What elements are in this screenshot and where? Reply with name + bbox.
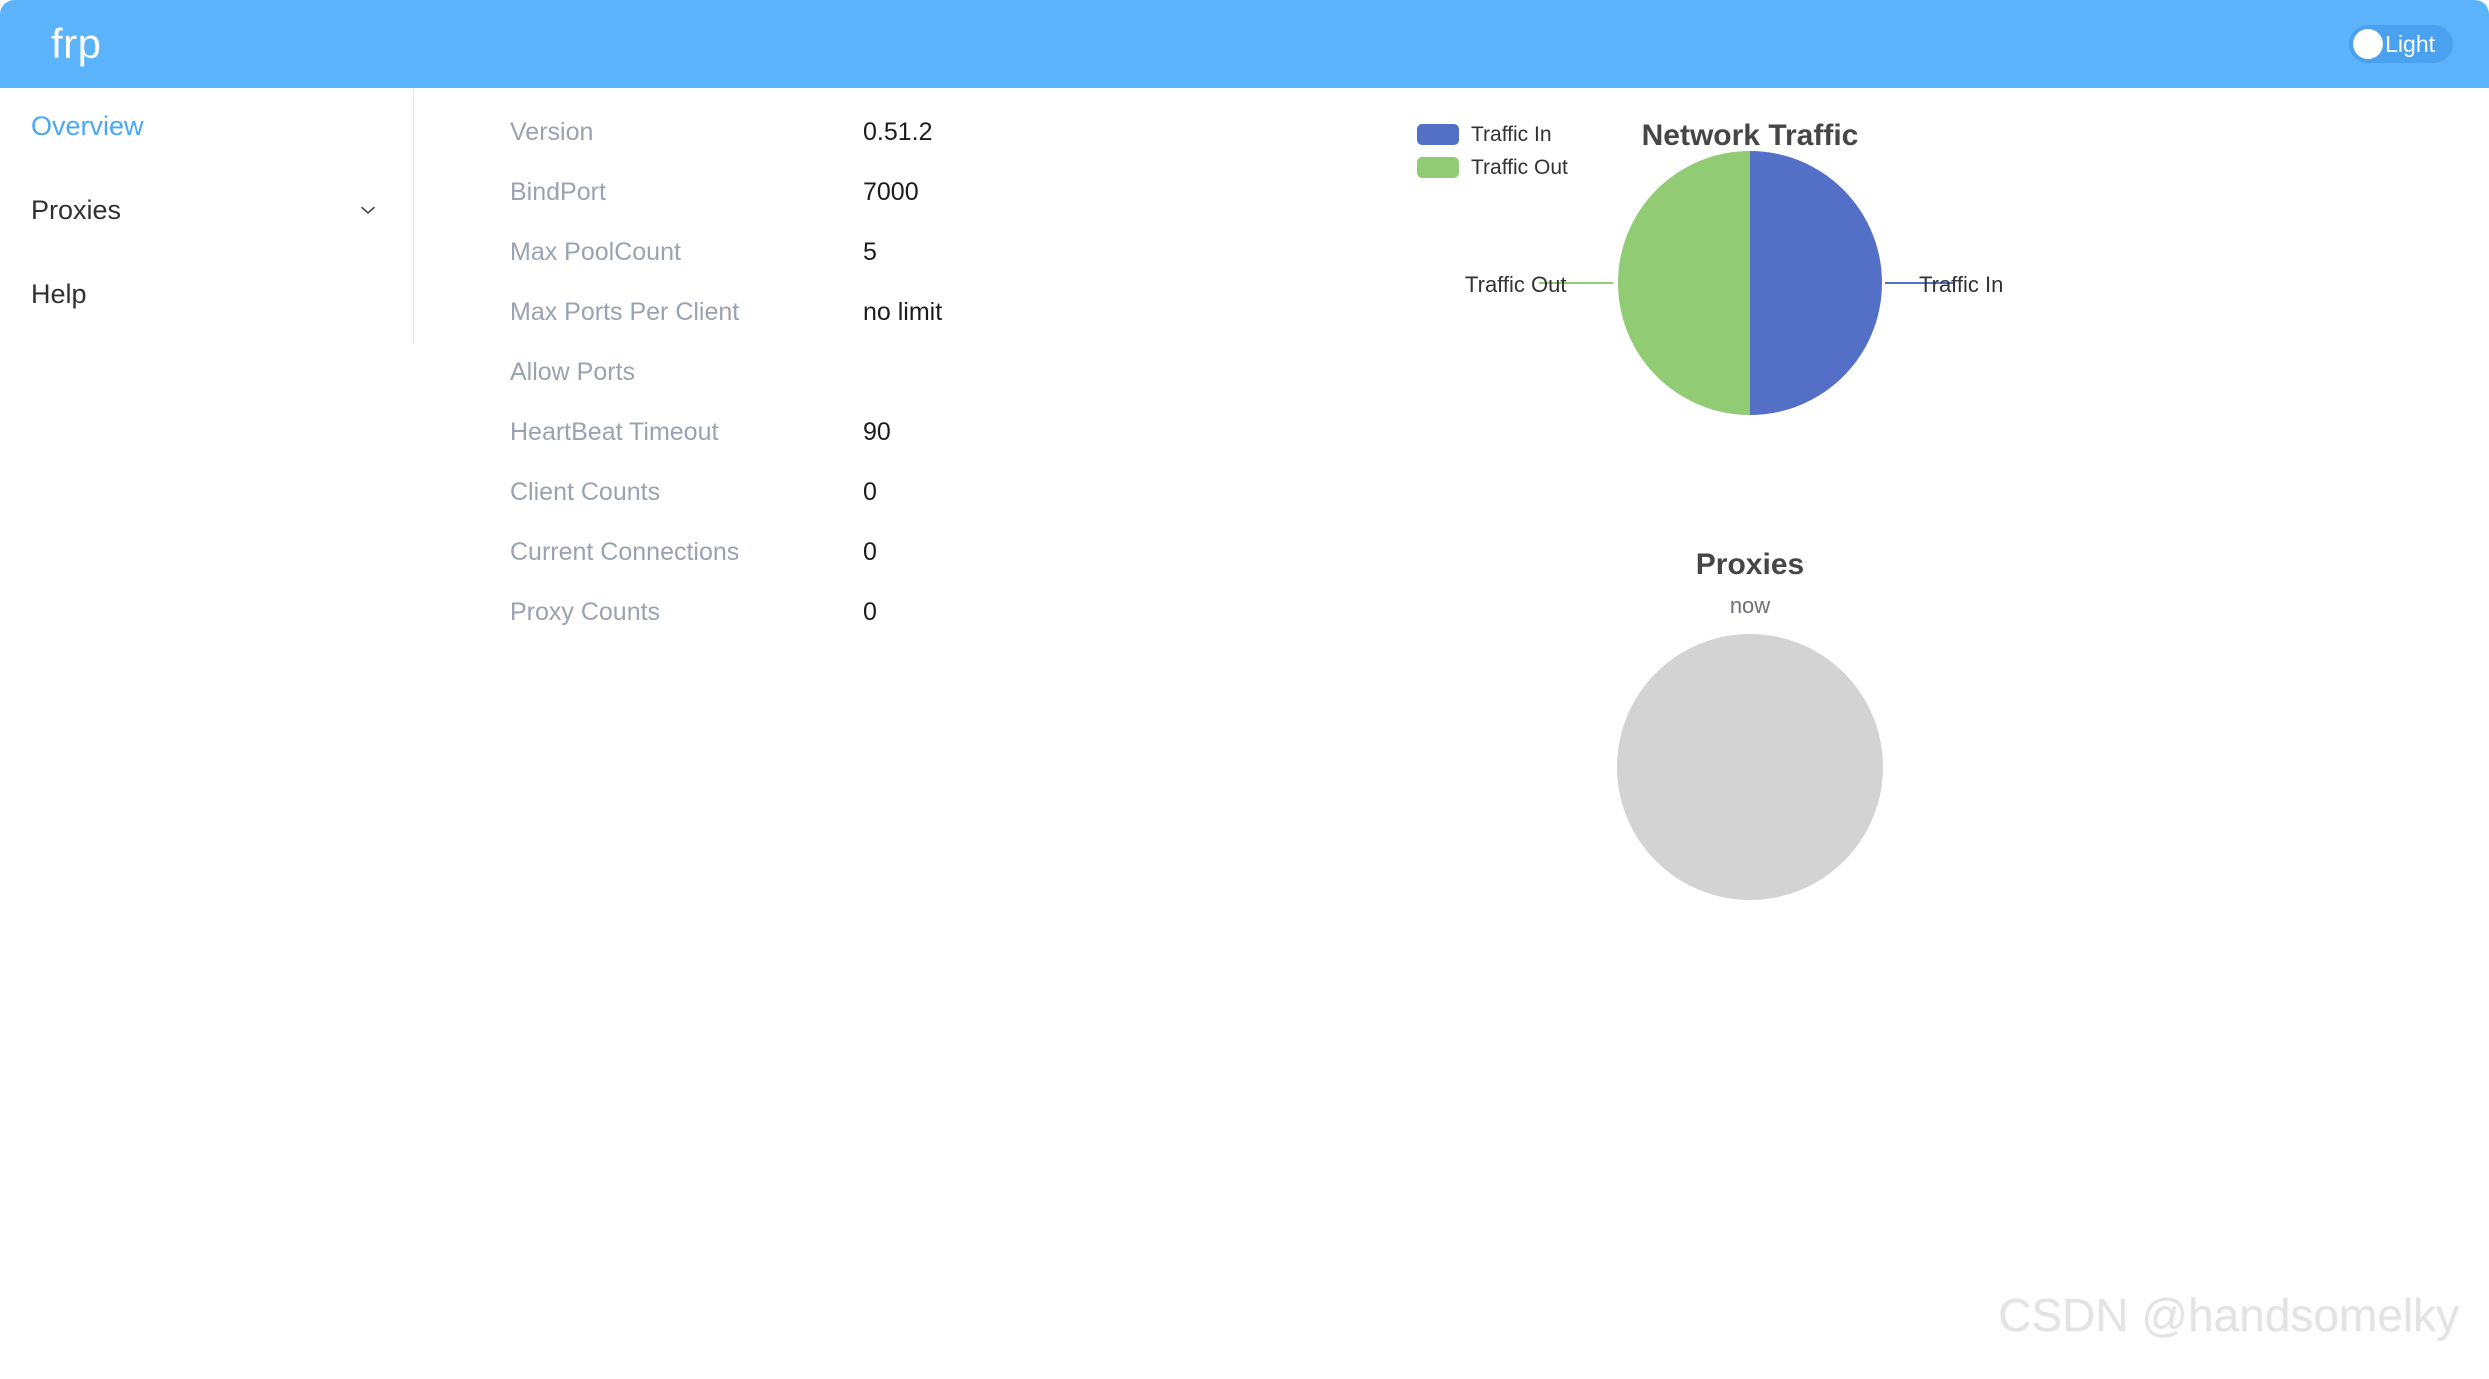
pie-slice-traffic-out bbox=[1618, 151, 1750, 415]
sidebar: Overview Proxies Help bbox=[0, 88, 414, 344]
info-value-proxy-counts: 0 bbox=[863, 598, 877, 626]
frp-dashboard: frp Light Overview Proxies Help Version … bbox=[0, 0, 2489, 1379]
pie-label-traffic-in: Traffic In bbox=[1919, 272, 2004, 297]
legend-item-traffic-out[interactable]: Traffic Out bbox=[1417, 151, 1568, 184]
sidebar-item-proxies[interactable]: Proxies bbox=[31, 189, 383, 231]
proxies-chart[interactable]: Proxies now bbox=[1400, 520, 2100, 920]
info-value-version: 0.51.2 bbox=[863, 118, 933, 146]
toggle-knob-icon bbox=[2353, 29, 2384, 59]
legend-swatch-traffic-in bbox=[1417, 124, 1459, 145]
table-row: Max PoolCount 5 bbox=[510, 240, 942, 300]
legend-label-traffic-out: Traffic Out bbox=[1471, 156, 1568, 179]
table-row: BindPort 7000 bbox=[510, 180, 942, 240]
server-info-table: Version 0.51.2 BindPort 7000 Max PoolCou… bbox=[510, 120, 942, 660]
info-label-proxy-counts: Proxy Counts bbox=[510, 598, 661, 626]
info-value-bindport: 7000 bbox=[863, 178, 919, 206]
info-label-version: Version bbox=[510, 118, 594, 146]
info-label-client-counts: Client Counts bbox=[510, 478, 661, 506]
proxies-title: Proxies bbox=[1695, 548, 1805, 581]
table-row: Version 0.51.2 bbox=[510, 120, 942, 180]
app-logo: frp bbox=[51, 20, 102, 67]
sidebar-item-help-label: Help bbox=[31, 278, 87, 309]
legend-item-traffic-in[interactable]: Traffic In bbox=[1417, 118, 1568, 151]
info-value-heartbeat-timeout: 90 bbox=[863, 418, 891, 446]
table-row: Client Counts 0 bbox=[510, 480, 942, 540]
pie-slice-traffic-in bbox=[1750, 151, 1882, 415]
table-row: Current Connections 0 bbox=[510, 540, 942, 600]
info-value-client-counts: 0 bbox=[863, 478, 877, 506]
info-label-allow-ports: Allow Ports bbox=[510, 358, 636, 386]
legend-label-traffic-in: Traffic In bbox=[1471, 123, 1552, 146]
theme-toggle-label: Light bbox=[2385, 30, 2435, 57]
sidebar-item-help[interactable]: Help bbox=[31, 273, 383, 315]
table-row: Allow Ports bbox=[510, 360, 942, 420]
table-row: Proxy Counts 0 bbox=[510, 600, 942, 660]
watermark: CSDN @handsomelky bbox=[1998, 1289, 2459, 1341]
proxies-subtitle: now bbox=[1729, 593, 1771, 618]
info-label-max-ports-per-client: Max Ports Per Client bbox=[510, 298, 740, 326]
info-value-max-poolcount: 5 bbox=[863, 238, 877, 266]
sidebar-item-overview[interactable]: Overview bbox=[31, 105, 383, 147]
theme-toggle[interactable]: Light bbox=[2349, 25, 2453, 63]
proxies-pie-empty[interactable] bbox=[1617, 634, 1883, 900]
sidebar-item-overview-label: Overview bbox=[31, 110, 144, 141]
info-label-max-poolcount: Max PoolCount bbox=[510, 238, 681, 266]
network-traffic-legend: Traffic In Traffic Out bbox=[1417, 118, 1568, 184]
info-label-bindport: BindPort bbox=[510, 178, 606, 206]
chevron-down-icon bbox=[357, 199, 379, 221]
table-row: HeartBeat Timeout 90 bbox=[510, 420, 942, 480]
info-label-heartbeat-timeout: HeartBeat Timeout bbox=[510, 418, 719, 446]
legend-swatch-traffic-out bbox=[1417, 157, 1459, 178]
info-value-max-ports-per-client: no limit bbox=[863, 298, 943, 326]
app-header: frp Light bbox=[0, 0, 2489, 88]
traffic-pie[interactable]: Traffic Out Traffic In bbox=[1465, 150, 2003, 416]
table-row: Max Ports Per Client no limit bbox=[510, 300, 942, 360]
network-traffic-chart[interactable]: Network Traffic today Traffic In Traffic… bbox=[1400, 100, 2100, 500]
traffic-pie-svg bbox=[1618, 151, 1882, 415]
info-label-current-connections: Current Connections bbox=[510, 538, 740, 566]
sidebar-item-proxies-label: Proxies bbox=[31, 194, 122, 225]
pie-label-traffic-out: Traffic Out bbox=[1465, 272, 1567, 297]
info-value-current-connections: 0 bbox=[863, 538, 877, 566]
